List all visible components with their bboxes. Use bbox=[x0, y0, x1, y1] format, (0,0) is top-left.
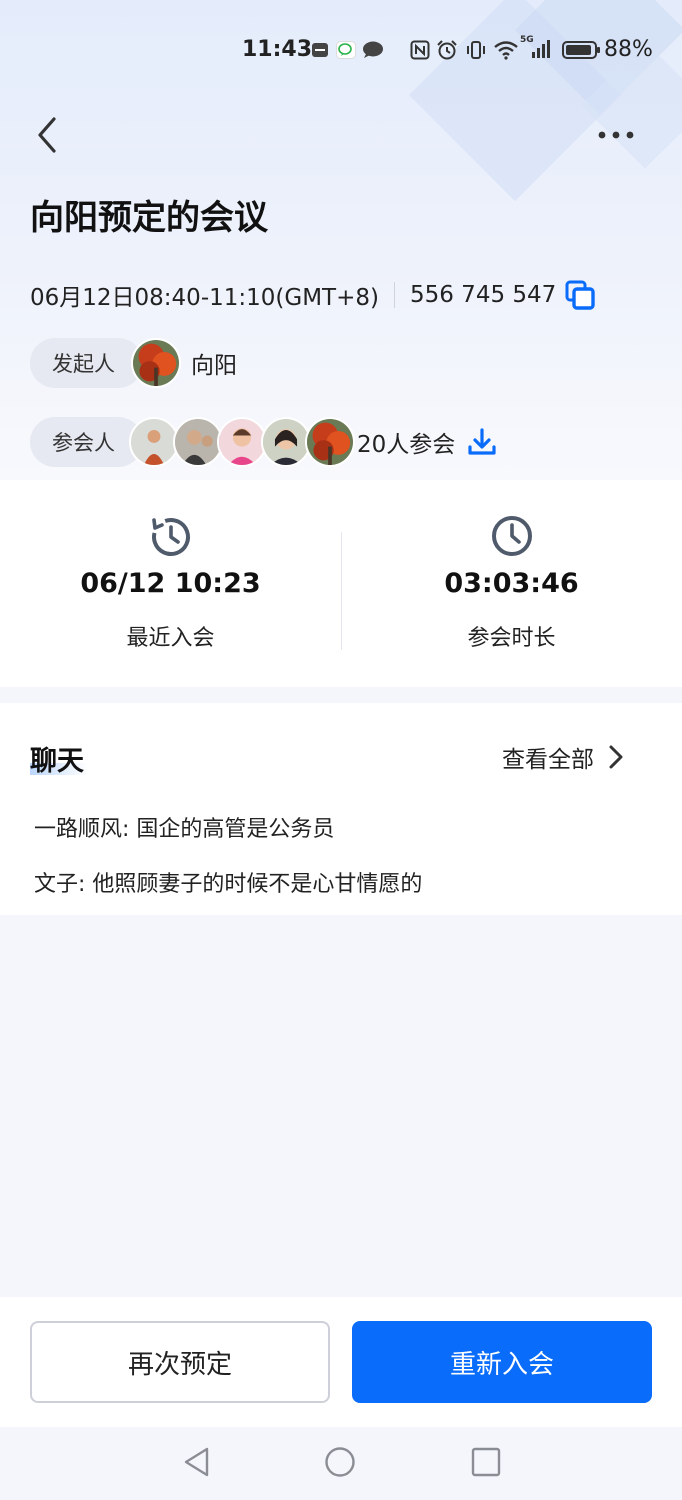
attendee-count: 20人参会 bbox=[357, 432, 456, 458]
vibrate-icon bbox=[465, 40, 487, 66]
host-avatar[interactable] bbox=[131, 338, 181, 388]
action-bar: 再次预定 重新入会 bbox=[0, 1297, 682, 1427]
meeting-id: 556 745 547 bbox=[409, 282, 557, 308]
duration-value: 03:03:46 bbox=[444, 568, 579, 599]
attendee-avatar bbox=[217, 417, 267, 467]
page-title: 向阳预定的会议 bbox=[30, 198, 268, 238]
meeting-time-range: 06月12日08:40-11:10(GMT+8) bbox=[30, 285, 379, 311]
view-all-button[interactable]: 查看全部 bbox=[502, 739, 626, 775]
attendees-label: 参会人 bbox=[30, 417, 143, 467]
back-button[interactable] bbox=[30, 113, 70, 157]
recent-join-stat: 06/12 10:23 最近入会 bbox=[0, 480, 341, 687]
nav-back-icon[interactable] bbox=[181, 1445, 213, 1479]
clock-icon bbox=[492, 516, 532, 556]
rebook-button[interactable]: 再次预定 bbox=[30, 1321, 330, 1403]
chat-bubble-icon bbox=[362, 40, 384, 65]
recent-join-label: 最近入会 bbox=[126, 626, 215, 651]
duration-stat: 03:03:46 参会时长 bbox=[341, 480, 682, 687]
wifi-icon bbox=[493, 40, 519, 66]
chat-title: 聊天 bbox=[30, 746, 84, 777]
status-time: 11:43 bbox=[242, 37, 313, 62]
attendee-avatar bbox=[305, 417, 355, 467]
more-button[interactable] bbox=[596, 120, 640, 150]
divider bbox=[393, 282, 395, 308]
alarm-icon bbox=[436, 40, 458, 66]
nav-home-icon[interactable] bbox=[324, 1445, 356, 1479]
signal-icon: 5G bbox=[520, 34, 556, 66]
more-horizontal-icon bbox=[598, 131, 634, 139]
chevron-left-icon bbox=[38, 117, 56, 153]
attendee-avatar bbox=[173, 417, 223, 467]
duration-label: 参会时长 bbox=[467, 626, 556, 651]
battery-icon bbox=[562, 40, 602, 66]
attendees-row[interactable]: 参会人 20人参会 bbox=[30, 416, 497, 468]
chat-message: 一路顺风: 国企的高管是公务员 bbox=[34, 817, 335, 842]
meeting-meta: 06月12日08:40-11:10(GMT+8) 556 745 547 bbox=[30, 278, 596, 312]
rejoin-button[interactable]: 重新入会 bbox=[352, 1321, 652, 1403]
host-name: 向阳 bbox=[191, 353, 237, 379]
status-bar: 11:43 5G 88% bbox=[0, 30, 682, 74]
attendee-avatar bbox=[129, 417, 179, 467]
meeting-stats: 06/12 10:23 最近入会 03:03:46 参会时长 bbox=[0, 480, 682, 687]
nfc-icon bbox=[410, 40, 430, 66]
battery-percent: 88% bbox=[604, 37, 653, 62]
chat-message: 文子: 他照顾妻子的时候不是心甘情愿的 bbox=[34, 872, 423, 897]
recent-join-value: 06/12 10:23 bbox=[80, 568, 261, 599]
host-label: 发起人 bbox=[30, 338, 143, 388]
attendee-avatar bbox=[261, 417, 311, 467]
view-all-label: 查看全部 bbox=[502, 747, 594, 773]
nav-recents-icon[interactable] bbox=[470, 1445, 502, 1479]
system-nav-bar bbox=[0, 1427, 682, 1500]
wechat-icon bbox=[336, 40, 356, 65]
history-clock-icon bbox=[152, 518, 190, 556]
download-icon[interactable] bbox=[467, 427, 497, 457]
app-notification-icon bbox=[311, 40, 329, 65]
network-type: 5G bbox=[520, 35, 534, 45]
copy-icon[interactable] bbox=[564, 279, 596, 311]
chevron-right-icon bbox=[609, 745, 623, 769]
attendee-avatars[interactable] bbox=[129, 417, 355, 467]
chat-section: 聊天 查看全部 一路顺风: 国企的高管是公务员 文子: 他照顾妻子的时候不是心甘… bbox=[0, 703, 682, 915]
host-row: 发起人 向阳 bbox=[30, 337, 237, 389]
